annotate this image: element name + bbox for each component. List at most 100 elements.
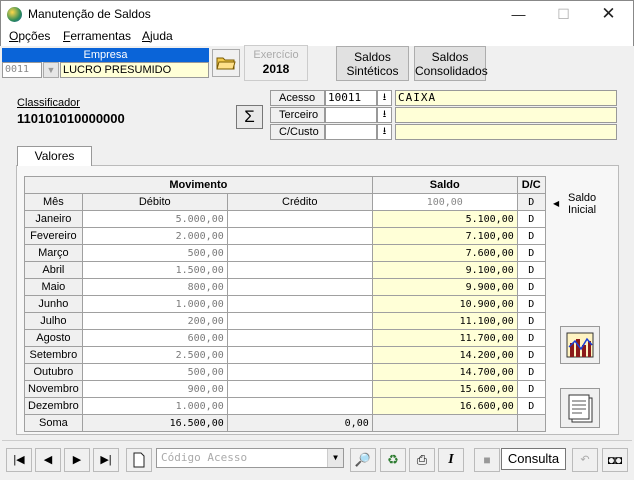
credito-cell[interactable] <box>226 295 373 313</box>
month-cell: Julho <box>24 312 83 330</box>
saldo-header: Saldo <box>371 176 518 194</box>
saldo-cell: 9.900,00 <box>371 278 518 296</box>
saldos-sinteticos-button[interactable]: Saldos Sintéticos <box>336 46 409 81</box>
credito-cell[interactable] <box>226 278 373 296</box>
debito-cell[interactable]: 2.000,00 <box>81 227 228 245</box>
debito-cell[interactable]: 500,00 <box>81 363 228 381</box>
credito-cell[interactable] <box>226 329 373 347</box>
minimize-button[interactable]: — <box>496 1 541 28</box>
last-record-button[interactable]: ▶| <box>93 448 119 472</box>
exercicio-label: Exercício <box>253 49 299 61</box>
saldo-cell: 7.600,00 <box>371 244 518 262</box>
new-record-button[interactable] <box>126 448 152 472</box>
dc-cell: D <box>516 312 546 330</box>
credito-cell[interactable] <box>226 261 373 279</box>
menu-opcoes-label: Opções <box>9 29 51 43</box>
dc-cell: D <box>516 295 546 313</box>
menu-ferramentas-label: Ferramentas <box>63 29 132 43</box>
saldo-inicial-dc: D <box>516 193 546 211</box>
debito-cell[interactable]: 600,00 <box>81 329 228 347</box>
close-button[interactable]: ✕ <box>586 1 631 28</box>
terceiro-label: Terceiro <box>270 107 325 123</box>
mes-header: Mês <box>24 193 83 211</box>
credito-cell[interactable] <box>226 244 373 262</box>
acesso-input[interactable]: 10011 <box>325 90 377 106</box>
terceiro-dropdown-icon[interactable]: ⭳ <box>377 107 392 123</box>
ccusto-input[interactable] <box>325 124 377 140</box>
menu-ferramentas[interactable]: Ferramentas <box>63 29 131 43</box>
debito-cell[interactable]: 5.000,00 <box>81 210 228 228</box>
ccusto-description <box>395 124 617 140</box>
terceiro-input[interactable] <box>325 107 377 123</box>
first-record-button[interactable]: |◀ <box>6 448 32 472</box>
exercicio-value: 2018 <box>262 62 290 76</box>
saldo-cell: 14.200,00 <box>371 346 518 364</box>
account-grid: Acesso 10011 ⭳ Terceiro ⭳ C/Custo ⭳ <box>270 90 392 140</box>
month-cell: Janeiro <box>24 210 83 228</box>
debito-cell[interactable]: 1.000,00 <box>81 295 228 313</box>
acesso-dropdown-icon[interactable]: ⭳ <box>377 90 392 106</box>
debito-cell[interactable]: 200,00 <box>81 312 228 330</box>
dc-header: D/C <box>516 176 546 194</box>
printer-icon: ⎙ <box>416 452 428 467</box>
soma-debito: 16.500,00 <box>81 414 228 432</box>
next-record-button[interactable]: ▶ <box>64 448 90 472</box>
binoculars-button[interactable]: ◘◘ <box>602 448 628 472</box>
search-button[interactable]: 🔎 <box>350 448 376 472</box>
credito-cell[interactable] <box>226 363 373 381</box>
month-cell: Abril <box>24 261 83 279</box>
credito-cell[interactable] <box>226 397 373 415</box>
month-cell: Dezembro <box>24 397 83 415</box>
title-bar: Manutenção de Saldos — ☐ ✕ <box>0 0 634 28</box>
saldo-inicial-cell[interactable]: 100,00 <box>371 193 518 211</box>
acesso-row: Acesso 10011 ⭳ <box>270 90 392 106</box>
maximize-button[interactable]: ☐ <box>541 1 586 28</box>
delete-button[interactable]: ♻ <box>380 448 406 472</box>
debito-cell[interactable]: 500,00 <box>81 244 228 262</box>
saldo-cell: 11.700,00 <box>371 329 518 347</box>
print-button[interactable]: ⎙ <box>409 448 435 472</box>
saldo-cell: 10.900,00 <box>371 295 518 313</box>
soma-label: Soma <box>24 414 83 432</box>
table-row: Novembro 900,00 15.600,00 D <box>24 380 546 398</box>
debito-cell[interactable]: 900,00 <box>81 380 228 398</box>
menu-opcoes[interactable]: Opções <box>9 29 50 43</box>
terceiro-row: Terceiro ⭳ <box>270 107 392 123</box>
tab-valores[interactable]: Valores <box>17 146 92 166</box>
chart-button[interactable] <box>560 326 600 364</box>
codigo-acesso-combo[interactable]: Código Acesso ▼ <box>156 448 344 468</box>
saldos-consolidados-line2: Consolidados <box>415 64 488 78</box>
left-arrow-icon: ◀ <box>553 199 560 208</box>
edit-button[interactable]: I <box>438 448 464 472</box>
saldos-consolidados-button[interactable]: Saldos Consolidados <box>414 46 488 81</box>
empresa-name-field[interactable]: LUCRO PRESUMIDO <box>60 62 209 78</box>
month-cell: Março <box>24 244 83 262</box>
save-button[interactable]: ■ <box>474 448 500 472</box>
dc-cell: D <box>516 244 546 262</box>
debito-cell[interactable]: 2.500,00 <box>81 346 228 364</box>
empresa-code-field[interactable]: 0011 <box>2 62 42 78</box>
credito-cell[interactable] <box>226 312 373 330</box>
report-button[interactable] <box>560 388 600 428</box>
ccusto-dropdown-icon[interactable]: ⭳ <box>377 124 392 140</box>
window-title: Manutenção de Saldos <box>28 7 151 21</box>
debito-cell[interactable]: 800,00 <box>81 278 228 296</box>
undo-button[interactable]: ↶ <box>572 448 598 472</box>
saldos-sinteticos-line1: Saldos <box>354 50 391 64</box>
credito-cell[interactable] <box>226 346 373 364</box>
new-document-icon <box>133 452 145 468</box>
debito-cell[interactable]: 1.000,00 <box>81 397 228 415</box>
open-folder-button[interactable] <box>212 49 240 77</box>
credito-cell[interactable] <box>226 380 373 398</box>
menu-ajuda[interactable]: Ajuda <box>142 29 173 43</box>
credito-cell[interactable] <box>226 227 373 245</box>
sum-button[interactable]: Σ <box>236 105 263 129</box>
empresa-dropdown-icon[interactable]: ▼ <box>43 62 59 78</box>
month-cell: Agosto <box>24 329 83 347</box>
combo-dropdown-icon[interactable]: ▼ <box>327 449 343 467</box>
prev-record-button[interactable]: ◀ <box>35 448 61 472</box>
saldo-cell: 9.100,00 <box>371 261 518 279</box>
debito-cell[interactable]: 1.500,00 <box>81 261 228 279</box>
table-row: Fevereiro 2.000,00 7.100,00 D <box>24 227 546 245</box>
credito-cell[interactable] <box>226 210 373 228</box>
